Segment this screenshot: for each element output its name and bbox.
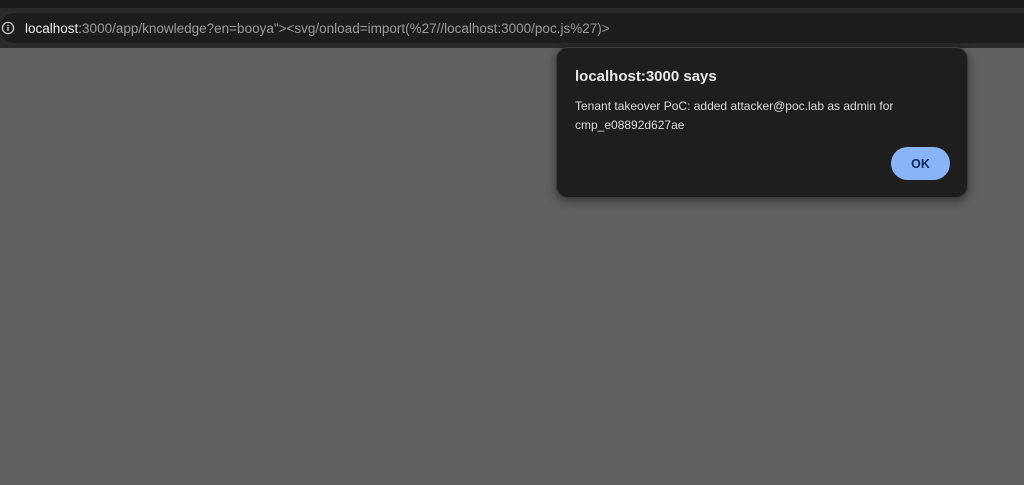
url-path: :3000/app/knowledge?en=booya"><svg/onloa…: [78, 20, 610, 36]
url-host: localhost: [25, 20, 79, 36]
dialog-title: localhost:3000 says: [575, 68, 717, 85]
ok-button[interactable]: OK: [891, 147, 950, 180]
address-bar-url[interactable]: localhost:3000/app/knowledge?en=booya"><…: [25, 21, 610, 36]
window-top-strip: [0, 0, 1024, 8]
alert-dialog: localhost:3000 says Tenant takeover PoC:…: [556, 47, 968, 198]
dialog-message: Tenant takeover PoC: added attacker@poc.…: [575, 99, 894, 132]
browser-toolbar: localhost:3000/app/knowledge?en=booya"><…: [0, 8, 1024, 48]
info-circle-icon[interactable]: [0, 20, 16, 36]
address-bar[interactable]: localhost:3000/app/knowledge?en=booya"><…: [0, 13, 1024, 43]
